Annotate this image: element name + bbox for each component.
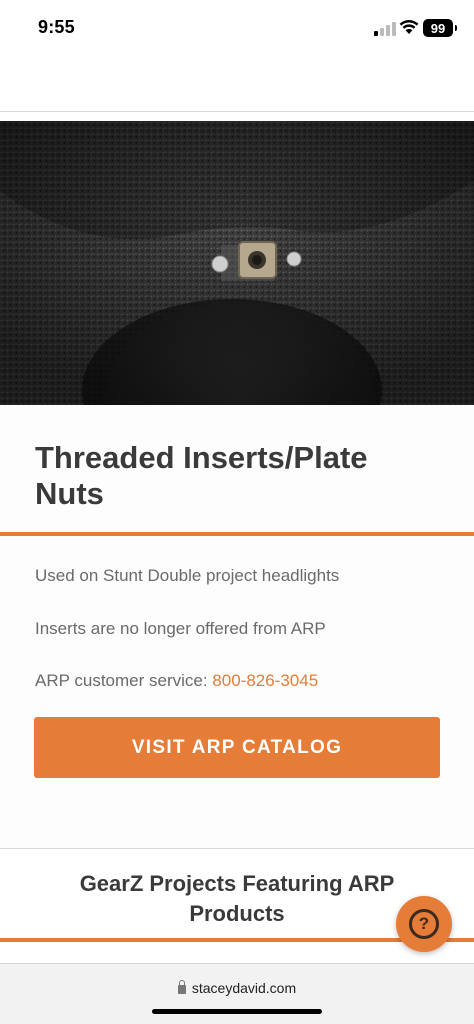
cellular-signal-icon [374,22,396,36]
card-title: Threaded Inserts/Plate Nuts [35,440,368,511]
visit-catalog-button[interactable]: VISIT ARP CATALOG [34,717,440,778]
header-divider [0,111,474,112]
status-time: 9:55 [38,17,75,37]
customer-service-line: ARP customer service: 800-826-3045 [35,671,318,691]
battery-icon: 99 [423,19,457,37]
section-title: GearZ Projects Featuring ARP Products [79,871,395,926]
help-button[interactable]: ? [396,896,452,952]
title-underline [0,532,474,536]
status-bar: 9:55 99 [0,0,474,58]
lock-icon [177,980,186,994]
url-display[interactable]: staceydavid.com [0,980,474,996]
availability-note: Inserts are no longer offered from ARP [35,619,326,638]
phone-link[interactable]: 800-826-3045 [212,671,318,690]
wifi-icon [399,19,419,34]
usage-note: Used on Stunt Double project headlights [35,566,340,585]
threaded-insert-photo [0,121,474,405]
hero-image [0,121,474,405]
section-divider [0,848,474,849]
customer-service-label: ARP customer service: [35,671,213,690]
browser-address-bar[interactable]: staceydavid.com [0,963,474,1024]
question-mark-icon: ? [409,909,439,939]
home-indicator[interactable] [152,1009,322,1014]
url-text: staceydavid.com [191,980,297,996]
